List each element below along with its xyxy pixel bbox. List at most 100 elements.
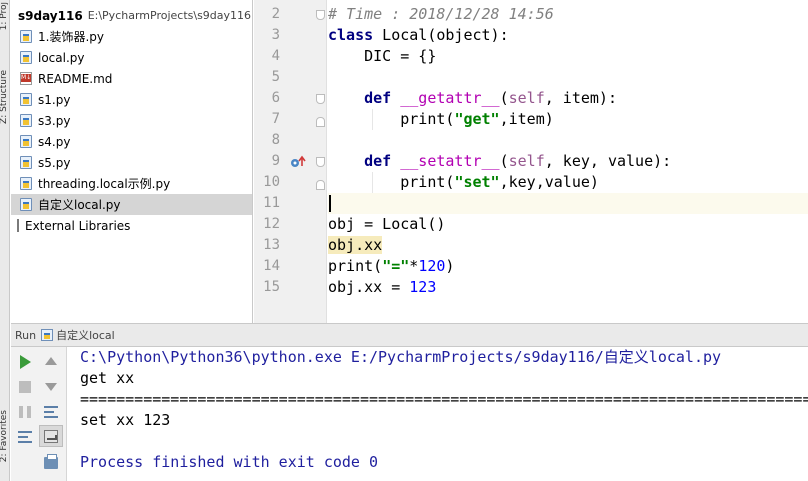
arrow-up-icon bbox=[45, 357, 57, 365]
line-number: 2 bbox=[271, 6, 280, 22]
fold-start-icon[interactable] bbox=[316, 157, 325, 167]
line-number: 6 bbox=[271, 90, 280, 106]
python-file-icon bbox=[20, 114, 32, 127]
line-number: 15 bbox=[263, 279, 280, 295]
line-number: 3 bbox=[271, 27, 280, 43]
line-number: 14 bbox=[263, 258, 280, 274]
scroll-down-button[interactable] bbox=[42, 378, 60, 396]
code-area[interactable]: # Time : 2018/12/28 14:56 class Local(ob… bbox=[328, 0, 808, 323]
code-line: class Local(object): bbox=[328, 26, 509, 44]
file-name: local.py bbox=[38, 50, 85, 65]
line-number: 13 bbox=[263, 237, 280, 253]
run-config-name[interactable]: 自定义local bbox=[56, 327, 115, 343]
code-line: DIC = {} bbox=[328, 47, 437, 65]
python-file-icon bbox=[20, 51, 32, 64]
code-line: # Time : 2018/12/28 14:56 bbox=[328, 5, 554, 23]
print-button[interactable] bbox=[42, 454, 60, 472]
file-item[interactable]: README.md bbox=[11, 68, 252, 89]
console-output-line: get xx bbox=[80, 369, 135, 387]
file-name: 自定义local.py bbox=[38, 198, 121, 212]
line-number: 4 bbox=[271, 48, 280, 64]
project-root-name: s9day116 bbox=[18, 8, 83, 23]
code-line: def __setattr__(self, key, value): bbox=[364, 152, 672, 170]
console-output-line: set xx 123 bbox=[80, 411, 171, 429]
scroll-to-end-icon bbox=[44, 429, 58, 443]
rerun-button[interactable] bbox=[16, 353, 34, 371]
file-item[interactable]: s4.py bbox=[11, 131, 252, 152]
project-root[interactable]: s9day116 E:\PycharmProjects\s9day116 bbox=[11, 5, 252, 26]
file-name: s3.py bbox=[38, 113, 71, 128]
python-file-icon bbox=[20, 198, 32, 211]
file-item-selected[interactable]: 自定义local.py bbox=[11, 194, 252, 215]
scroll-to-end-button[interactable] bbox=[42, 427, 60, 445]
line-number: 11 bbox=[263, 195, 280, 211]
python-file-icon bbox=[20, 93, 32, 106]
code-line: print("set",key,value) bbox=[328, 173, 599, 191]
file-item[interactable]: local.py bbox=[11, 47, 252, 68]
run-panel-header: Run 自定义local bbox=[11, 323, 808, 347]
file-item[interactable]: s5.py bbox=[11, 152, 252, 173]
code-editor[interactable]: 2 3 4 5 6 7 8 9 10 11 12 13 14 15 # Time… bbox=[254, 0, 808, 323]
run-toolbar bbox=[11, 347, 67, 481]
override-method-icon[interactable] bbox=[290, 155, 306, 169]
fold-end-icon[interactable] bbox=[316, 180, 325, 190]
print-icon bbox=[44, 454, 58, 469]
arrow-down-icon bbox=[45, 383, 57, 391]
file-name: s5.py bbox=[38, 155, 71, 170]
python-run-config-icon bbox=[41, 329, 54, 341]
line-number: 9 bbox=[271, 153, 280, 169]
file-name: threading.local示例.py bbox=[38, 177, 171, 191]
fold-end-icon[interactable] bbox=[316, 117, 325, 127]
soft-wrap-icon bbox=[44, 406, 58, 418]
file-name: s4.py bbox=[38, 134, 71, 149]
text-caret bbox=[329, 195, 331, 212]
file-name: 1.装饰器.py bbox=[38, 30, 104, 44]
file-name: README.md bbox=[38, 71, 113, 86]
python-file-icon bbox=[20, 135, 32, 148]
file-item[interactable]: s1.py bbox=[11, 89, 252, 110]
console-output-line: ========================================… bbox=[80, 390, 808, 408]
layout-icon bbox=[18, 431, 32, 443]
file-item[interactable]: threading.local示例.py bbox=[11, 173, 252, 194]
pause-button[interactable] bbox=[16, 403, 34, 421]
file-name: s1.py bbox=[38, 92, 71, 107]
current-code-line bbox=[328, 193, 808, 214]
code-line: def __getattr__(self, item): bbox=[364, 89, 617, 107]
code-line: obj.xx = 123 bbox=[328, 278, 437, 296]
console-command-line: C:\Python\Python36\python.exe E:/Pycharm… bbox=[80, 348, 722, 366]
project-tool-tab[interactable]: 1: Proj bbox=[0, 2, 11, 30]
library-icon bbox=[17, 219, 21, 232]
project-panel: s9day116 E:\PycharmProjects\s9day116 1.装… bbox=[11, 0, 253, 323]
line-number: 7 bbox=[271, 111, 280, 127]
structure-tool-tab[interactable]: Z: Structure bbox=[0, 70, 11, 124]
soft-wrap-button[interactable] bbox=[42, 403, 60, 421]
fold-end-icon[interactable] bbox=[316, 10, 325, 20]
play-icon bbox=[19, 355, 31, 369]
line-number: 8 bbox=[271, 132, 280, 148]
pause-icon bbox=[19, 406, 31, 418]
line-number: 5 bbox=[271, 69, 280, 85]
left-tool-strip: 1: Proj Z: Structure 2: Favorites bbox=[0, 0, 10, 481]
line-number: 12 bbox=[263, 216, 280, 232]
external-libraries[interactable]: External Libraries bbox=[11, 215, 252, 236]
scroll-up-button[interactable] bbox=[42, 352, 60, 370]
code-line: obj = Local() bbox=[328, 215, 446, 233]
favorites-tool-tab[interactable]: 2: Favorites bbox=[0, 410, 11, 462]
code-line: print("get",item) bbox=[328, 110, 554, 128]
run-console[interactable]: C:\Python\Python36\python.exe E:/Pycharm… bbox=[68, 347, 808, 481]
code-line: print("="*120) bbox=[328, 257, 455, 275]
python-file-icon bbox=[20, 30, 32, 43]
console-exit-message: Process finished with exit code 0 bbox=[80, 453, 379, 471]
file-item[interactable]: 1.装饰器.py bbox=[11, 26, 252, 47]
file-item[interactable]: s3.py bbox=[11, 110, 252, 131]
python-file-icon bbox=[20, 177, 32, 190]
editor-gutter: 2 3 4 5 6 7 8 9 10 11 12 13 14 15 bbox=[254, 0, 327, 323]
stop-button[interactable] bbox=[16, 378, 34, 396]
external-libraries-label: External Libraries bbox=[25, 218, 131, 233]
code-line: obj.xx bbox=[328, 236, 383, 254]
python-file-icon bbox=[20, 156, 32, 169]
fold-start-icon[interactable] bbox=[316, 94, 325, 104]
restore-layout-button[interactable] bbox=[16, 428, 34, 446]
